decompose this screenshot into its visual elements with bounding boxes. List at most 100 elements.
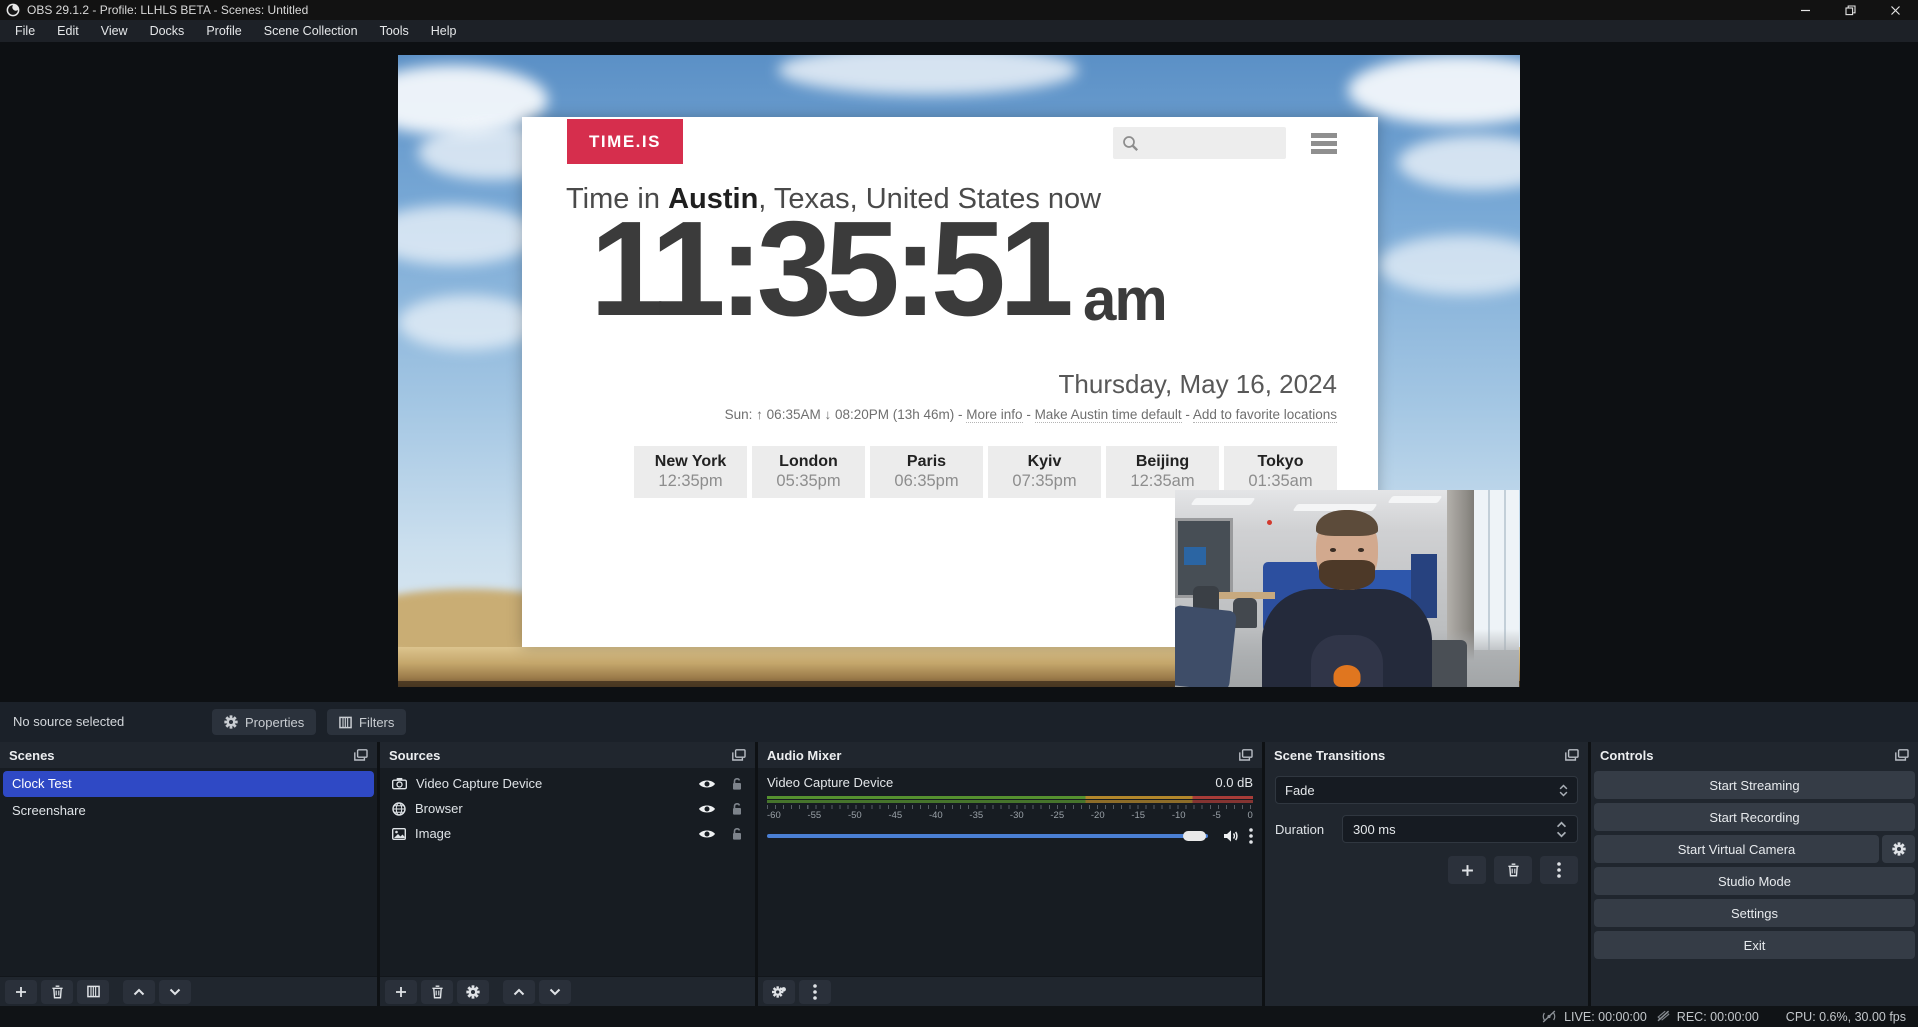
sources-list: Video Capture Device Browser Image (380, 768, 755, 976)
controls-header[interactable]: Controls (1591, 742, 1918, 768)
menu-file[interactable]: File (4, 20, 46, 42)
source-row-video-capture[interactable]: Video Capture Device (383, 771, 752, 796)
title-bar: OBS 29.1.2 - Profile: LLHLS BETA - Scene… (0, 0, 1918, 20)
popout-icon (1239, 749, 1253, 761)
mixer-menu-button[interactable] (799, 980, 831, 1004)
volume-slider-handle[interactable] (1183, 831, 1206, 841)
city-card: Paris06:35pm (870, 446, 983, 498)
meter-ticks (767, 805, 1253, 809)
menu-help[interactable]: Help (420, 20, 468, 42)
scenes-panel: Scenes Clock Test Screenshare (0, 742, 377, 1006)
source-row-image[interactable]: Image (383, 821, 752, 846)
minimize-button[interactable] (1783, 0, 1828, 20)
clock-display: 11:35:51 am (590, 201, 1166, 336)
person-body (1262, 589, 1432, 687)
menu-docks[interactable]: Docks (139, 20, 196, 42)
source-properties-button[interactable] (457, 980, 489, 1004)
duration-spinner[interactable] (1556, 821, 1567, 838)
menu-edit[interactable]: Edit (46, 20, 90, 42)
move-source-down-button[interactable] (539, 980, 571, 1004)
transitions-header[interactable]: Scene Transitions (1265, 742, 1588, 768)
menu-profile[interactable]: Profile (195, 20, 252, 42)
city-card: New York12:35pm (634, 446, 747, 498)
context-bar: No source selected Properties Filters (0, 702, 1918, 742)
add-source-button[interactable] (385, 980, 417, 1004)
menu-scene-collection[interactable]: Scene Collection (253, 20, 369, 42)
duration-label: Duration (1275, 822, 1333, 837)
mixer-toolbar (758, 976, 1262, 1006)
move-scene-down-button[interactable] (159, 980, 191, 1004)
chevron-updown-icon (1559, 784, 1568, 797)
lock-icon[interactable] (731, 777, 743, 791)
filters-button[interactable]: Filters (327, 709, 406, 735)
speaker-icon[interactable] (1223, 829, 1240, 843)
start-virtual-camera-button[interactable]: Start Virtual Camera (1594, 835, 1879, 863)
mixer-channel-menu-icon[interactable] (1249, 828, 1253, 844)
record-inactive-icon (1656, 1010, 1670, 1023)
cloud (1348, 55, 1520, 125)
settings-button[interactable]: Settings (1594, 899, 1915, 927)
restore-button[interactable] (1828, 0, 1873, 20)
properties-button[interactable]: Properties (212, 709, 316, 735)
transitions-body: Fade Duration 300 ms (1265, 768, 1588, 1006)
audio-mixer-header[interactable]: Audio Mixer (758, 742, 1262, 768)
cloud (398, 205, 538, 265)
remove-scene-button[interactable] (41, 980, 73, 1004)
dock-area: Scenes Clock Test Screenshare Sourc (0, 742, 1918, 1006)
timeis-search-box (1113, 127, 1286, 159)
remove-source-button[interactable] (421, 980, 453, 1004)
menu-view[interactable]: View (90, 20, 139, 42)
transition-select[interactable]: Fade (1275, 776, 1578, 804)
scene-item-screenshare[interactable]: Screenshare (3, 798, 374, 824)
scene-filters-button[interactable] (77, 980, 109, 1004)
cloud (778, 55, 1078, 95)
window-title: OBS 29.1.2 - Profile: LLHLS BETA - Scene… (27, 3, 308, 17)
virtual-camera-settings-button[interactable] (1882, 835, 1915, 863)
mixer-channel: Video Capture Device 0.0 dB -60-55-50-45… (758, 768, 1262, 976)
camera-icon (392, 777, 407, 790)
move-scene-up-button[interactable] (123, 980, 155, 1004)
lock-icon[interactable] (731, 827, 743, 841)
lock-icon[interactable] (731, 802, 743, 816)
close-button[interactable] (1873, 0, 1918, 20)
audio-mixer-panel: Audio Mixer Video Capture Device 0.0 dB … (758, 742, 1262, 1006)
sun-info-line: Sun: ↑ 06:35AM ↓ 08:20PM (13h 46m) - Mor… (725, 407, 1337, 422)
transition-menu-button[interactable] (1540, 856, 1578, 884)
remove-transition-button[interactable] (1494, 856, 1532, 884)
volume-meter: -60-55-50-45-40-35-30-25-20-15-10-50 (767, 796, 1253, 821)
visibility-eye-icon[interactable] (698, 803, 716, 815)
advanced-audio-button[interactable] (763, 980, 795, 1004)
make-default-link: Make Austin time default (1035, 407, 1182, 423)
duration-input[interactable]: 300 ms (1342, 815, 1578, 843)
scene-item-clock-test[interactable]: Clock Test (3, 771, 374, 797)
menu-bar: File Edit View Docks Profile Scene Colle… (0, 20, 1918, 42)
source-row-browser[interactable]: Browser (383, 796, 752, 821)
gear-icon (224, 715, 238, 729)
scenes-list: Clock Test Screenshare (0, 768, 377, 976)
volume-slider[interactable] (767, 830, 1214, 842)
studio-mode-button[interactable]: Studio Mode (1594, 867, 1915, 895)
city-card: London05:35pm (752, 446, 865, 498)
start-streaming-button[interactable]: Start Streaming (1594, 771, 1915, 799)
cloud (1398, 135, 1520, 190)
mixer-level-db: 0.0 dB (1215, 775, 1253, 790)
menu-tools[interactable]: Tools (369, 20, 420, 42)
visibility-eye-icon[interactable] (698, 828, 716, 840)
clock-meridiem: am (1083, 270, 1166, 330)
sources-panel-header[interactable]: Sources (380, 742, 755, 768)
globe-icon (392, 802, 406, 816)
popout-icon (1565, 749, 1579, 761)
controls-title: Controls (1600, 748, 1653, 763)
popout-icon (1895, 749, 1909, 761)
add-transition-button[interactable] (1448, 856, 1486, 884)
cloud (1378, 235, 1520, 295)
scenes-panel-header[interactable]: Scenes (0, 742, 377, 768)
start-recording-button[interactable]: Start Recording (1594, 803, 1915, 831)
move-source-up-button[interactable] (503, 980, 535, 1004)
search-icon (1122, 135, 1139, 152)
meter-scale: -60-55-50-45-40-35-30-25-20-15-10-50 (767, 810, 1253, 821)
visibility-eye-icon[interactable] (698, 778, 716, 790)
exit-button[interactable]: Exit (1594, 931, 1915, 959)
add-scene-button[interactable] (5, 980, 37, 1004)
preview-canvas[interactable]: TIME.IS Time in Austin, Texas, United St… (398, 55, 1520, 687)
